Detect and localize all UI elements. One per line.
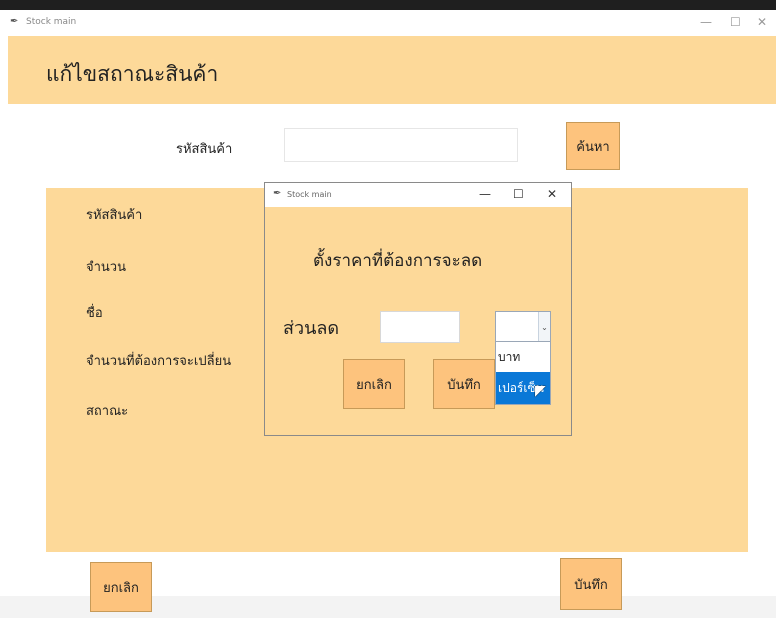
- discount-label: ส่วนลด: [283, 318, 340, 339]
- product-code-input[interactable]: [284, 128, 518, 162]
- chevron-down-icon[interactable]: ⌄: [538, 312, 550, 342]
- cancel-button[interactable]: ยกเลิก: [90, 562, 152, 612]
- main-window-titlebar[interactable]: ✒ Stock main — ☐ ✕: [0, 10, 776, 36]
- dialog-close-button[interactable]: ✕: [547, 187, 557, 201]
- unit-option-baht[interactable]: บาท: [496, 342, 550, 372]
- feather-icon: ✒: [10, 16, 19, 27]
- search-button[interactable]: ค้นหา: [566, 122, 620, 170]
- mouse-pointer-icon: ◤: [535, 383, 546, 399]
- save-button[interactable]: บันทึก: [560, 558, 622, 610]
- dialog-titlebar[interactable]: ✒ Stock main — ☐ ✕: [265, 183, 571, 207]
- dialog-title: Stock main: [287, 190, 332, 199]
- dialog-save-button[interactable]: บันทึก: [433, 359, 495, 409]
- discount-input[interactable]: [380, 311, 460, 343]
- discount-dialog: ✒ Stock main — ☐ ✕ ตั้งราคาที่ต้องการจะล…: [264, 182, 572, 436]
- page-header: แก้ไขสถาณะสินค้า: [8, 36, 776, 104]
- screen-top-edge: [0, 0, 776, 10]
- dialog-cancel-button[interactable]: ยกเลิก: [343, 359, 405, 409]
- dialog-heading: ตั้งราคาที่ต้องการจะลด: [313, 251, 483, 271]
- search-label: รหัสสินค้า: [176, 142, 233, 157]
- field-label-change-quantity: จำนวนที่ต้องการจะเปลี่ยน: [86, 354, 232, 369]
- field-label-name: ชื่อ: [86, 306, 103, 321]
- field-label-quantity: จำนวน: [86, 260, 126, 275]
- dialog-minimize-button[interactable]: —: [479, 187, 491, 201]
- page-title: แก้ไขสถาณะสินค้า: [46, 62, 219, 86]
- field-label-status: สถาณะ: [86, 404, 129, 419]
- field-label-product-code: รหัสสินค้า: [86, 208, 143, 223]
- maximize-button[interactable]: ☐: [730, 15, 741, 29]
- dialog-maximize-button[interactable]: ☐: [513, 187, 524, 201]
- feather-icon: ✒: [273, 188, 282, 199]
- close-button[interactable]: ✕: [757, 15, 767, 29]
- discount-unit-select[interactable]: ⌄: [495, 311, 551, 343]
- minimize-button[interactable]: —: [700, 15, 712, 29]
- window-title: Stock main: [26, 17, 77, 27]
